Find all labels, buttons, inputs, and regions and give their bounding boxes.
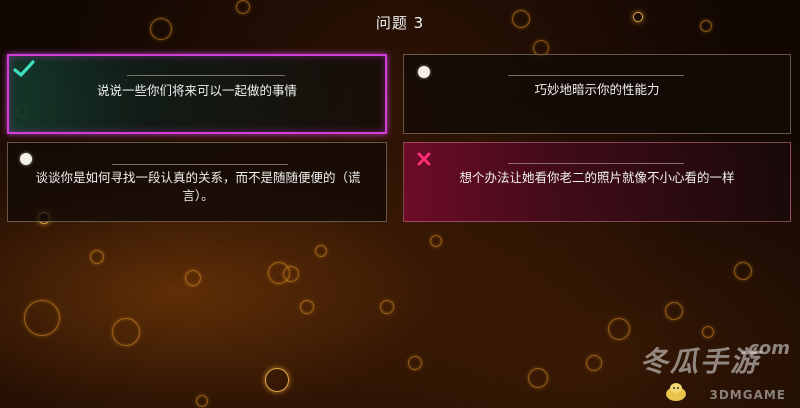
bubble	[665, 302, 683, 320]
bubble	[112, 318, 140, 346]
answer-text: 谈谈你是如何寻找一段认真的关系，而不是随随便便的（谎言）。	[35, 170, 361, 203]
bubble	[90, 250, 104, 264]
bubble	[702, 326, 714, 338]
answer-text: 想个办法让她看你老二的照片就像不小心看的一样	[459, 170, 735, 185]
answer-option-1[interactable]: 说说一些你们将来可以一起做的事情	[7, 54, 387, 134]
answer-text: 巧妙地暗示你的性能力	[534, 82, 660, 97]
watermark-domain-text: .com	[741, 338, 790, 359]
bubble	[265, 368, 289, 392]
divider	[508, 163, 684, 164]
watermark-sub-text: 3DMGAME	[709, 388, 786, 402]
bubble	[430, 235, 442, 247]
site-watermark: 冬瓜手游 .com 3DMGAME	[590, 338, 790, 402]
bubble	[380, 300, 394, 314]
divider	[112, 164, 288, 165]
dot-icon	[418, 66, 430, 78]
bubble	[24, 300, 60, 336]
bubble	[528, 368, 548, 388]
bubble	[315, 245, 327, 257]
dot-icon	[20, 153, 32, 165]
answer-option-4[interactable]: 想个办法让她看你老二的照片就像不小心看的一样	[403, 142, 791, 222]
checkmark-icon	[13, 60, 35, 77]
question-title: 问题 3	[375, 14, 425, 32]
divider	[508, 75, 684, 76]
mascot-icon	[666, 383, 686, 401]
bubble	[185, 270, 201, 286]
bubble	[734, 262, 752, 280]
bubble	[283, 266, 299, 282]
bubble	[196, 395, 208, 407]
divider	[127, 75, 285, 76]
cross-icon	[417, 152, 431, 166]
bubble	[300, 300, 314, 314]
bubble	[608, 318, 630, 340]
bubble	[408, 356, 422, 370]
answer-text: 说说一些你们将来可以一起做的事情	[96, 83, 297, 98]
answer-option-2[interactable]: 巧妙地暗示你的性能力	[403, 54, 791, 134]
answer-option-3[interactable]: 谈谈你是如何寻找一段认真的关系，而不是随随便便的（谎言）。	[7, 142, 387, 222]
